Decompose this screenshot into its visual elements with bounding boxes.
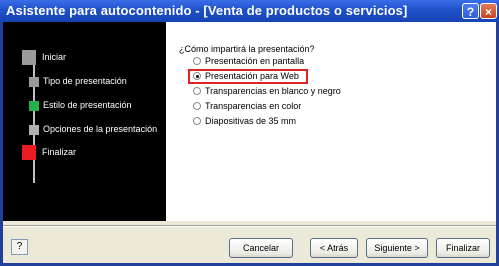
wizard-client: Iniciar Tipo de presentación Estilo de p… [3,22,496,263]
window-title: Asistente para autocontenido - [Venta de… [6,3,408,18]
next-button[interactable]: Siguiente > [366,238,428,258]
question-label: ¿Cómo impartirá la presentación? [179,44,315,54]
step-marker [29,77,39,87]
step-marker [22,50,36,65]
step-estilo[interactable]: Estilo de presentación [3,98,166,114]
option-label: Transparencias en color [205,101,302,111]
option-label: Diapositivas de 35 mm [205,116,297,126]
option-transp-color[interactable]: Transparencias en color [193,101,301,114]
step-label: Opciones de la presentación [43,124,158,134]
option-label: Presentación en pantalla [205,56,305,66]
option-label: Transparencias en blanco y negro [205,86,341,96]
step-label: Tipo de presentación [43,76,127,86]
close-button[interactable]: × [480,3,497,19]
title-help-button[interactable]: ? [462,3,479,19]
step-marker [29,125,39,135]
title-bar[interactable]: Asistente para autocontenido - [Venta de… [0,0,499,22]
radio-button[interactable] [193,102,201,110]
back-button[interactable]: < Atrás [310,238,358,258]
step-label: Iniciar [42,52,67,62]
step-label: Estilo de presentación [43,100,132,110]
option-diapositivas[interactable]: Diapositivas de 35 mm [193,116,296,129]
step-iniciar[interactable]: Iniciar [3,50,166,66]
step-tipo[interactable]: Tipo de presentación [3,74,166,90]
cancel-button[interactable]: Cancelar [229,238,293,258]
option-pantalla[interactable]: Presentación en pantalla [193,56,304,69]
selection-highlight [188,69,308,84]
step-marker-current [29,101,39,111]
step-label: Finalizar [42,147,77,157]
radio-button[interactable] [193,87,201,95]
steps-panel: Iniciar Tipo de presentación Estilo de p… [3,22,166,221]
help-icon[interactable]: ? [11,239,28,255]
options-panel: ¿Cómo impartirá la presentación? Present… [166,22,496,221]
step-finalizar[interactable]: Finalizar [3,145,166,161]
footer-divider [3,225,496,227]
option-transp-bn[interactable]: Transparencias en blanco y negro [193,86,341,99]
radio-button[interactable] [193,117,201,125]
wizard-window: Asistente para autocontenido - [Venta de… [0,0,499,266]
radio-button[interactable] [193,57,201,65]
step-marker [22,145,36,160]
finish-button[interactable]: Finalizar [436,238,490,258]
step-opciones[interactable]: Opciones de la presentación [3,122,166,138]
